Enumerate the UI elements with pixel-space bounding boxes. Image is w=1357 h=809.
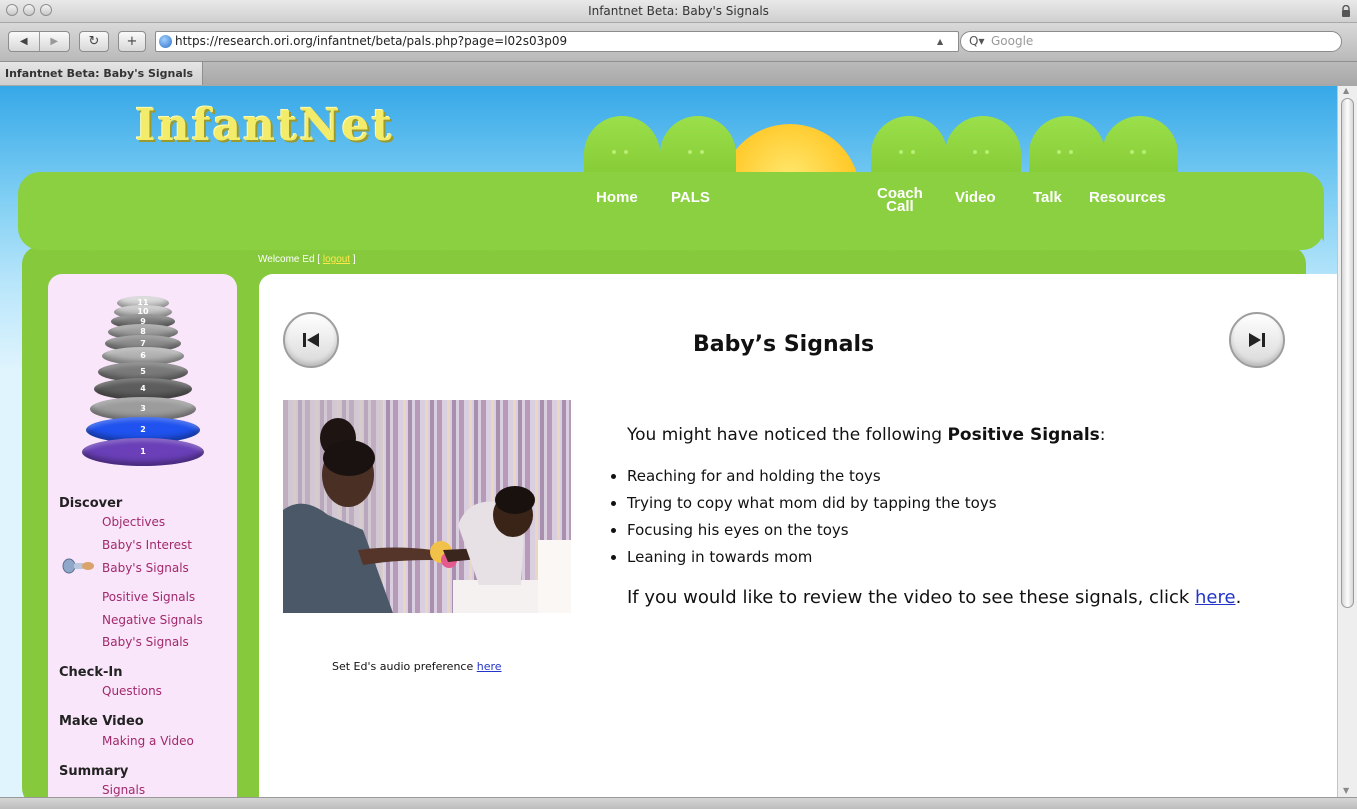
nav-resources[interactable]: Resources (1089, 190, 1166, 205)
back-forward-buttons: ◀ ▶ (8, 31, 70, 52)
lock-icon (1342, 5, 1350, 17)
page-viewport: InfantNet Home PALS Coach Call Video Tal… (0, 86, 1337, 797)
main-nav: Home PALS Coach Call Video Talk Resource… (0, 184, 1300, 224)
next-page-button[interactable] (1229, 312, 1285, 368)
intro-bold: Positive Signals (947, 425, 1100, 445)
main-content: Baby’s Signals Set Ed's audio preference… (259, 274, 1337, 797)
audio-pref-text: Set Ed's audio preference (332, 660, 474, 673)
review-text: If you would like to review the video to… (627, 586, 1287, 610)
sidebar-item-positive-signals[interactable]: Positive Signals (102, 590, 195, 604)
sidebar-item-babys-interest[interactable]: Baby's Interest (102, 538, 192, 552)
browser-toolbar: ◀ ▶ ↻ + https://research.ori.org/infantne… (0, 23, 1357, 61)
nav-coach-call[interactable]: Coach Call (877, 186, 923, 214)
previous-page-button[interactable] (283, 312, 339, 368)
list-item: Trying to copy what mom did by tapping t… (627, 490, 997, 517)
scroll-thumb[interactable] (1341, 98, 1354, 608)
sidebar-item-babys-signals-current[interactable]: Baby's Signals (102, 561, 189, 575)
status-bar (0, 797, 1357, 809)
section-check-in[interactable]: Check-In (59, 665, 122, 680)
intro-suffix: : (1099, 425, 1106, 445)
list-item: Leaning in towards mom (627, 544, 997, 571)
globe-icon (159, 35, 172, 48)
sidebar-item-negative-signals[interactable]: Negative Signals (102, 613, 203, 627)
logout-link[interactable]: logout (323, 254, 350, 265)
sidebar-item-babys-signals[interactable]: Baby's Signals (102, 635, 189, 649)
search-icon: Q▾ (969, 34, 985, 48)
sidebar-item-signals[interactable]: Signals (102, 783, 145, 797)
snapback-icon[interactable]: ▲ (937, 37, 943, 46)
previous-page-icon (303, 333, 319, 347)
scalloped-edge (18, 226, 1324, 256)
sidebar: 11 10 9 8 7 6 5 4 3 2 1 Discover Objecti… (48, 274, 237, 797)
tab-bar: Infantnet Beta: Baby's Signals (0, 61, 1357, 87)
next-page-icon (1249, 333, 1265, 347)
audio-pref-link[interactable]: here (477, 660, 502, 673)
stacking-rings-icon: 11 10 9 8 7 6 5 4 3 2 1 (82, 296, 204, 466)
address-bar[interactable]: https://research.ori.org/infantnet/beta/… (155, 31, 959, 52)
sidebar-item-making-a-video[interactable]: Making a Video (102, 734, 194, 748)
list-item: Focusing his eyes on the toys (627, 517, 997, 544)
site-logo[interactable]: InfantNet (135, 100, 394, 151)
ring-1: 1 (82, 438, 204, 466)
intro-prefix: You might have noticed the following (627, 425, 943, 445)
window-title: Infantnet Beta: Baby's Signals (588, 4, 769, 18)
welcome-suffix: ] (352, 254, 356, 265)
scroll-down-icon[interactable]: ▼ (1343, 786, 1349, 795)
scroll-up-icon[interactable]: ▲ (1343, 86, 1349, 95)
nav-pals[interactable]: PALS (671, 190, 710, 205)
nav-home[interactable]: Home (596, 190, 638, 205)
audio-preference: Set Ed's audio preference here (332, 660, 502, 673)
tab-infantnet[interactable]: Infantnet Beta: Baby's Signals (0, 62, 203, 85)
window-titlebar: Infantnet Beta: Baby's Signals (0, 0, 1357, 23)
review-video-link[interactable]: here (1195, 587, 1236, 608)
welcome-prefix: Welcome Ed [ (258, 254, 321, 265)
search-placeholder: Google (991, 34, 1034, 48)
review-prefix: If you would like to review the video to… (627, 587, 1190, 608)
sidebar-item-objectives[interactable]: Objectives (102, 515, 165, 529)
search-field[interactable]: Q▾ Google (960, 31, 1342, 52)
mother-baby-photo[interactable] (283, 400, 571, 613)
list-item: Reaching for and holding the toys (627, 463, 997, 490)
url-text: https://research.ori.org/infantnet/beta/… (175, 34, 568, 48)
reload-button[interactable]: ↻ (79, 31, 109, 52)
pacifier-icon (62, 558, 94, 574)
back-icon[interactable]: ◀ (9, 36, 39, 47)
page-title: Baby’s Signals (693, 332, 875, 357)
nav-talk[interactable]: Talk (1033, 190, 1062, 205)
section-discover[interactable]: Discover (59, 496, 122, 511)
section-summary[interactable]: Summary (59, 764, 128, 779)
sidebar-item-questions[interactable]: Questions (102, 684, 162, 698)
section-make-video[interactable]: Make Video (59, 714, 144, 729)
add-bookmark-button[interactable]: + (118, 31, 146, 52)
review-suffix: . (1235, 587, 1242, 608)
add-bookmark-icon: + (126, 34, 138, 49)
forward-icon[interactable]: ▶ (40, 36, 70, 47)
nav-video[interactable]: Video (955, 190, 996, 205)
intro-text: You might have noticed the following Pos… (627, 425, 1106, 445)
welcome-text: Welcome Ed [ logout ] (258, 254, 356, 265)
reload-icon: ↻ (88, 34, 100, 49)
vertical-scrollbar[interactable]: ▲ ▼ (1337, 86, 1357, 797)
signal-list: Reaching for and holding the toys Trying… (607, 463, 997, 571)
